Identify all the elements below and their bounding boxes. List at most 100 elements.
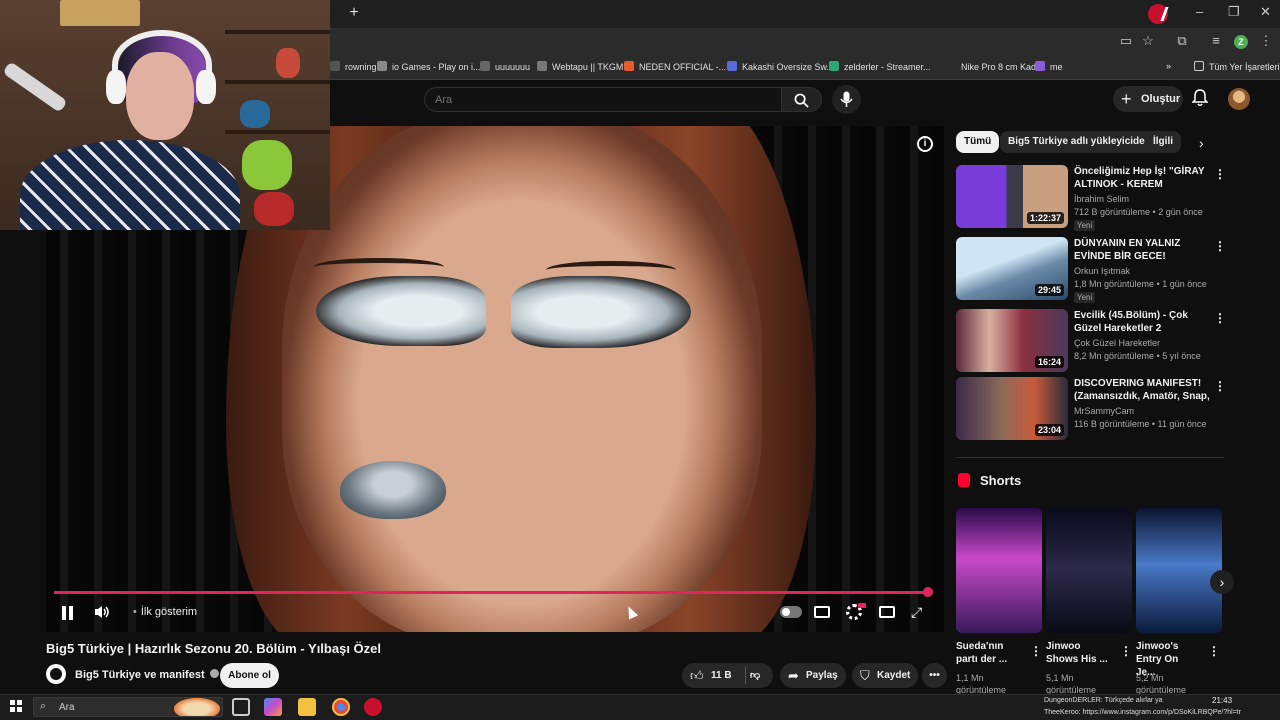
recommendation-title[interactable]: Önceliğimiz Hep İş! "GİRAY ALTINOK - KER… <box>1074 165 1212 191</box>
short-thumbnail[interactable] <box>1136 508 1222 633</box>
bookmark-item[interactable]: Nike Pro 8 cm Kadı... <box>946 61 1046 72</box>
video-thumbnail[interactable]: 1:22:37 <box>956 165 1068 228</box>
progress-bar[interactable] <box>54 591 928 594</box>
toy <box>254 192 294 226</box>
task-view-icon[interactable] <box>232 698 250 716</box>
duration-badge: 16:24 <box>1034 356 1064 368</box>
autoplay-toggle[interactable] <box>780 606 802 618</box>
bookmark-item[interactable]: me <box>1035 61 1063 72</box>
reading-list-icon[interactable]: ≡ <box>1208 33 1224 49</box>
chevron-right-icon[interactable]: › <box>1199 135 1204 151</box>
bookmark-item[interactable]: uuuuuuu <box>480 61 530 72</box>
bookmark-item[interactable]: zelderler - Streamer... <box>829 61 931 72</box>
video-thumbnail[interactable]: 23:04 <box>956 377 1068 440</box>
channel-avatar[interactable] <box>46 664 66 684</box>
like-button[interactable]: 👍︎ 11 B 👎︎ <box>682 663 773 688</box>
recommendation-title[interactable]: DISCOVERING MANIFEST! (Zamansızdık, Amat… <box>1074 377 1212 403</box>
account-avatar[interactable] <box>1228 88 1250 110</box>
new-badge: Yeni <box>1074 220 1096 231</box>
bookmark-label: me <box>1050 62 1063 72</box>
short-title[interactable]: Sueda'nın partı der ... <box>956 640 1018 666</box>
search-button[interactable] <box>782 87 822 112</box>
channel-name-text[interactable]: Big5 Türkiye ve manifest <box>75 669 205 681</box>
short-thumbnail[interactable] <box>956 508 1042 633</box>
search-input[interactable] <box>425 88 781 112</box>
taskbar-search-label[interactable]: Ara <box>59 702 75 713</box>
fullscreen-icon[interactable]: ⤢ <box>911 605 922 619</box>
close-icon[interactable]: ✕ <box>1260 4 1271 20</box>
video-frame-eye <box>316 276 486 346</box>
kebab-menu-icon[interactable]: ⋮ <box>1214 379 1226 393</box>
subtitles-button[interactable] <box>814 606 830 618</box>
app-icon[interactable] <box>364 698 382 716</box>
profile-avatar[interactable]: Z <box>1234 35 1248 49</box>
recommendation-item[interactable]: 16:24 Evcilik (45.Bölüm) - Çok Güzel Har… <box>956 309 1226 373</box>
kebab-menu-icon[interactable]: ⋮ <box>1214 167 1226 181</box>
bookmark-item[interactable]: Kakashi Oversize Sw... <box>727 61 834 72</box>
chip-from-uploader[interactable]: Big5 Türkiye adlı yükleyiciden <box>1000 131 1159 153</box>
toy <box>242 140 292 190</box>
recommendation-item[interactable]: 1:22:37 Önceliğimiz Hep İş! "GİRAY ALTIN… <box>956 165 1226 231</box>
chip-related[interactable]: İlgili <box>1145 131 1181 153</box>
kebab-menu-icon[interactable]: ⋮ <box>1208 644 1220 658</box>
scrubber-handle[interactable] <box>923 587 933 597</box>
volume-button[interactable] <box>94 604 110 623</box>
chrome-icon[interactable] <box>332 698 350 716</box>
recommendation-meta: 116 B görüntüleme • 11 gün önce <box>1074 419 1207 429</box>
kebab-menu-icon[interactable]: ⋮ <box>1214 311 1226 325</box>
windows-start-icon[interactable] <box>10 700 22 712</box>
recommendation-item[interactable]: 29:45 DÜNYANIN EN YALNIZ EVİNDE BİR GECE… <box>956 237 1226 303</box>
chip-all[interactable]: Tümü <box>956 131 1000 153</box>
chat-message: TheeKeroo: https://www.instagram.com/p/D… <box>1044 709 1242 716</box>
video-thumbnail[interactable]: 29:45 <box>956 237 1068 300</box>
dislike-icon[interactable]: 👎︎ <box>750 663 760 688</box>
bell-icon <box>1191 89 1209 106</box>
extensions-icon[interactable]: ⧉ <box>1174 33 1190 49</box>
cast-icon[interactable]: ▭ <box>1118 33 1134 49</box>
more-actions-button[interactable]: ••• <box>922 663 947 688</box>
bookmark-item[interactable]: rowning... <box>330 61 384 72</box>
shorts-icon <box>958 473 970 487</box>
info-icon[interactable]: i <box>917 136 933 152</box>
video-thumbnail[interactable]: 16:24 <box>956 309 1068 372</box>
chevron-right-icon[interactable]: › <box>1210 570 1234 594</box>
recommendation-title[interactable]: Evcilik (45.Bölüm) - Çok Güzel Hareketle… <box>1074 309 1212 335</box>
pause-button[interactable] <box>62 606 74 620</box>
bookmark-item[interactable]: io Games - Play on i... <box>377 61 481 72</box>
theater-mode-button[interactable] <box>879 606 895 618</box>
recommendation-item[interactable]: 23:04 DISCOVERING MANIFEST! (Zamansızdık… <box>956 377 1226 441</box>
bookmark-label: Nike Pro 8 cm Kadı... <box>961 62 1047 72</box>
restore-icon[interactable]: ❐ <box>1228 4 1240 20</box>
recommendation-channel[interactable]: Orkun Işıtmak <box>1074 266 1130 276</box>
notifications-button[interactable] <box>1191 89 1209 110</box>
recommendation-channel[interactable]: İbrahim Selim <box>1074 194 1129 204</box>
bookmark-label: io Games - Play on i... <box>392 62 481 72</box>
kebab-menu-icon[interactable]: ⋮ <box>1214 239 1226 253</box>
short-title[interactable]: Jinwoo Shows His ... <box>1046 640 1108 666</box>
new-tab-button[interactable]: + <box>346 4 362 22</box>
menu-icon[interactable]: ⋮ <box>1258 33 1274 49</box>
channel-name[interactable]: Big5 Türkiye ve manifest <box>75 669 219 681</box>
kebab-menu-icon[interactable]: ⋮ <box>1120 644 1132 658</box>
recommendation-title[interactable]: DÜNYANIN EN YALNIZ EVİNDE BİR GECE! <box>1074 237 1212 263</box>
bookmark-item[interactable]: Webtapu || TKGM <box>537 61 623 72</box>
share-button[interactable]: ➦ Paylaş <box>780 663 846 688</box>
bookmarks-overflow-icon[interactable]: » <box>1166 61 1171 71</box>
voice-search-button[interactable] <box>832 85 861 114</box>
recommendation-channel[interactable]: MrSammyCam <box>1074 406 1134 416</box>
copilot-icon[interactable] <box>264 698 282 716</box>
recommendation-channel[interactable]: Çok Güzel Hareketler <box>1074 338 1160 348</box>
bookmark-label: uuuuuuu <box>495 62 531 72</box>
bookmark-item[interactable]: NEDEN OFFICIAL -... <box>624 61 726 72</box>
new-badge: Yeni <box>1074 292 1096 303</box>
minimize-icon[interactable]: – <box>1196 4 1203 19</box>
save-button[interactable]: ⛉ Kaydet <box>852 663 918 688</box>
kebab-menu-icon[interactable]: ⋮ <box>1030 644 1042 658</box>
chapter-label[interactable]: İlk gösterim <box>133 606 197 618</box>
all-bookmarks[interactable]: Tüm Yer İşaretleri <box>1194 61 1280 72</box>
star-icon[interactable]: ☆ <box>1140 33 1156 49</box>
short-thumbnail[interactable] <box>1046 508 1132 633</box>
file-explorer-icon[interactable] <box>298 698 316 716</box>
create-button[interactable]: + Oluştur <box>1113 86 1183 112</box>
subscribe-button[interactable]: Abone ol <box>220 663 279 688</box>
